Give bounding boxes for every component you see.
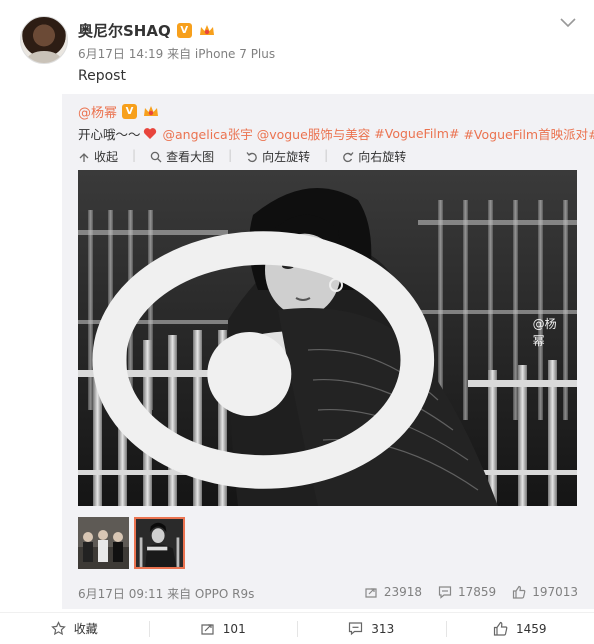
thumbnail-image bbox=[78, 517, 129, 569]
avatar[interactable] bbox=[20, 16, 68, 64]
watermark-text: @杨幂 bbox=[532, 317, 557, 348]
crown-badge-icon bbox=[198, 23, 216, 38]
verified-badge-icon: V bbox=[176, 23, 192, 38]
mention-link[interactable]: @angelica张宇 bbox=[163, 124, 253, 143]
like-count: 1459 bbox=[515, 621, 547, 636]
topic-link[interactable]: #VogueFilm# bbox=[374, 126, 459, 141]
favorite-button[interactable]: 收藏 bbox=[0, 613, 149, 644]
view-large-label: 查看大图 bbox=[166, 150, 215, 164]
orig-comment-count: 17859 bbox=[458, 585, 497, 599]
forward-count: 101 bbox=[222, 621, 246, 636]
rotate-left-button[interactable]: 向左旋转 bbox=[246, 148, 310, 165]
orig-post-meta: 6月17日 09:11 来自 OPPO R9s bbox=[78, 587, 255, 601]
chevron-down-icon[interactable] bbox=[560, 16, 576, 28]
orig-text-prefix: 开心哦～～ bbox=[78, 127, 141, 142]
crown-badge-icon bbox=[142, 104, 160, 119]
forward-icon bbox=[365, 588, 377, 598]
repost-box: @杨幂 V 开心哦～～ @angelica张宇 @vogue服饰与美容 #Vog… bbox=[62, 94, 594, 609]
forward-icon bbox=[201, 624, 214, 635]
mention-link[interactable]: @vogue服饰与美容 bbox=[257, 124, 371, 143]
view-large-button[interactable]: 查看大图 bbox=[150, 148, 214, 165]
orig-post-text: 开心哦～～ @angelica张宇 @vogue服饰与美容 #VogueFilm… bbox=[78, 124, 594, 143]
divider: | bbox=[324, 148, 329, 162]
orig-forward-button[interactable]: 23918 bbox=[364, 585, 422, 599]
comment-icon bbox=[438, 586, 452, 599]
name-row: 奥尼尔SHAQ V bbox=[78, 20, 216, 41]
orig-forward-count: 23918 bbox=[383, 585, 422, 599]
rotate-right-icon bbox=[343, 151, 354, 162]
user-name[interactable]: 奥尼尔SHAQ bbox=[78, 20, 171, 41]
divider: | bbox=[132, 148, 137, 162]
comment-icon bbox=[349, 622, 363, 636]
photo-watermark: @杨幂 bbox=[78, 170, 567, 500]
orig-user-name[interactable]: @杨幂 bbox=[78, 102, 117, 121]
like-button[interactable]: 1459 bbox=[445, 613, 594, 644]
thumbnail-strip bbox=[78, 517, 185, 569]
topic-link[interactable]: #VogueFilm首映派对# bbox=[463, 124, 594, 143]
main-photo[interactable]: @杨幂 bbox=[78, 170, 577, 506]
collapse-icon bbox=[79, 152, 89, 162]
rotate-right-label: 向右旋转 bbox=[358, 150, 407, 164]
collapse-button[interactable]: 收起 bbox=[78, 148, 118, 165]
orig-name-row: @杨幂 V bbox=[78, 102, 160, 121]
weibo-card: 奥尼尔SHAQ V 6月17日 14:19 来自 iPhone 7 Plus R… bbox=[0, 0, 594, 644]
bottom-action-bar: 收藏 101 313 1459 bbox=[0, 612, 594, 644]
comment-button[interactable]: 313 bbox=[297, 613, 446, 644]
divider: | bbox=[228, 148, 233, 162]
heart-icon bbox=[143, 128, 156, 139]
rotate-left-icon bbox=[246, 151, 257, 162]
favorite-label: 收藏 bbox=[73, 622, 98, 636]
rotate-left-label: 向左旋转 bbox=[262, 150, 311, 164]
verified-badge-icon: V bbox=[122, 104, 138, 119]
image-actions: 收起 | 查看大图 | 向左旋转 | 向右旋转 bbox=[78, 148, 406, 165]
orig-comment-button[interactable]: 17859 bbox=[438, 585, 496, 599]
collapse-label: 收起 bbox=[94, 150, 119, 164]
comment-count: 313 bbox=[371, 621, 395, 636]
orig-like-count: 197013 bbox=[532, 585, 578, 599]
thumbnail-selected[interactable] bbox=[134, 517, 185, 569]
weibo-logo-icon bbox=[92, 231, 435, 489]
thumbs-up-icon bbox=[513, 585, 526, 599]
star-icon bbox=[50, 621, 66, 636]
thumbs-up-icon bbox=[493, 621, 508, 636]
forward-button[interactable]: 101 bbox=[148, 613, 298, 644]
orig-like-button[interactable]: 197013 bbox=[512, 585, 578, 599]
thumbnail[interactable] bbox=[78, 517, 129, 569]
post-text: Repost bbox=[78, 68, 126, 84]
rotate-right-button[interactable]: 向右旋转 bbox=[342, 148, 406, 165]
zoom-icon bbox=[150, 151, 162, 162]
thumbnail-image bbox=[136, 519, 183, 567]
post-meta: 6月17日 14:19 来自 iPhone 7 Plus bbox=[78, 47, 276, 61]
orig-post-stats: 23918 17859 197013 bbox=[364, 585, 578, 599]
